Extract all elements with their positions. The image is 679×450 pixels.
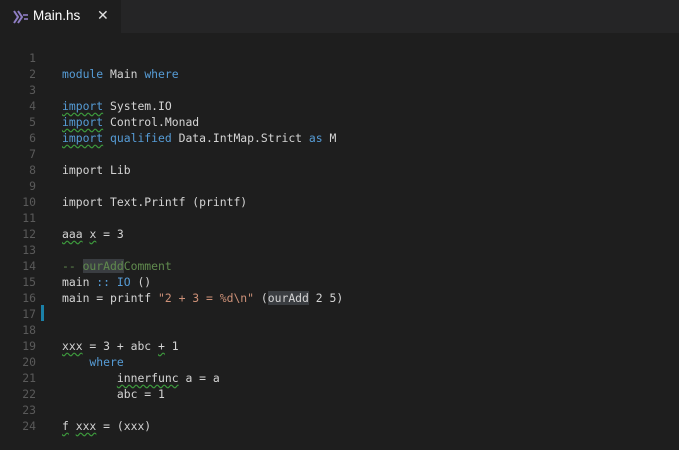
line-number: 24 bbox=[22, 419, 36, 433]
code-text: xxx bbox=[75, 419, 97, 433]
code-line: 17 bbox=[0, 290, 679, 321]
code-text: = (xxx) bbox=[96, 419, 152, 433]
code-line: 13 -- ourAddComment bbox=[0, 226, 679, 273]
code-line: 18 xxx = 3 + abc + 1 bbox=[0, 306, 679, 353]
code-line: 9 import Text.Printf (printf) bbox=[0, 162, 679, 209]
code-line: 6 bbox=[0, 114, 679, 145]
code-line: 24 bbox=[0, 402, 679, 433]
code-line: 5 import qualified Data.IntMap.Strict as… bbox=[0, 98, 679, 145]
code-text: f bbox=[62, 419, 69, 433]
code-line: 22 bbox=[0, 370, 679, 401]
code-line: 12 bbox=[0, 210, 679, 241]
tab-label: Main.hs bbox=[33, 8, 81, 23]
tab-main-hs[interactable]: Main.hs ✕ bbox=[0, 0, 121, 33]
code-line: 8 bbox=[0, 146, 679, 177]
code-line: 7 import Lib bbox=[0, 130, 679, 177]
code-editor[interactable]: 1 module Main where 2 3 import System.IO… bbox=[0, 33, 679, 433]
code-line: 19 where bbox=[0, 322, 679, 369]
code-line: 21 abc = 1 bbox=[0, 354, 679, 401]
code-line: 16 bbox=[0, 274, 679, 305]
code-line: 4 import Control.Monad bbox=[0, 82, 679, 129]
code-line: 1 module Main where bbox=[0, 34, 679, 81]
code-line: 14 main :: IO () bbox=[0, 242, 679, 289]
code-line: 23 f xxx = (xxx) bbox=[0, 386, 679, 433]
code-line: 10 bbox=[0, 178, 679, 209]
haskell-icon bbox=[13, 9, 29, 24]
tab-bar: Main.hs ✕ bbox=[0, 0, 679, 33]
code-line: 11 aaa x = 3 bbox=[0, 194, 679, 241]
code-line: 2 bbox=[0, 50, 679, 81]
code-line: 3 import System.IO bbox=[0, 66, 679, 113]
code-line: 20 innerfunc a = a bbox=[0, 338, 679, 385]
code-line: 15 main = printf "2 + 3 = %d\n" (ourAdd … bbox=[0, 258, 679, 305]
close-icon[interactable]: ✕ bbox=[97, 7, 111, 25]
